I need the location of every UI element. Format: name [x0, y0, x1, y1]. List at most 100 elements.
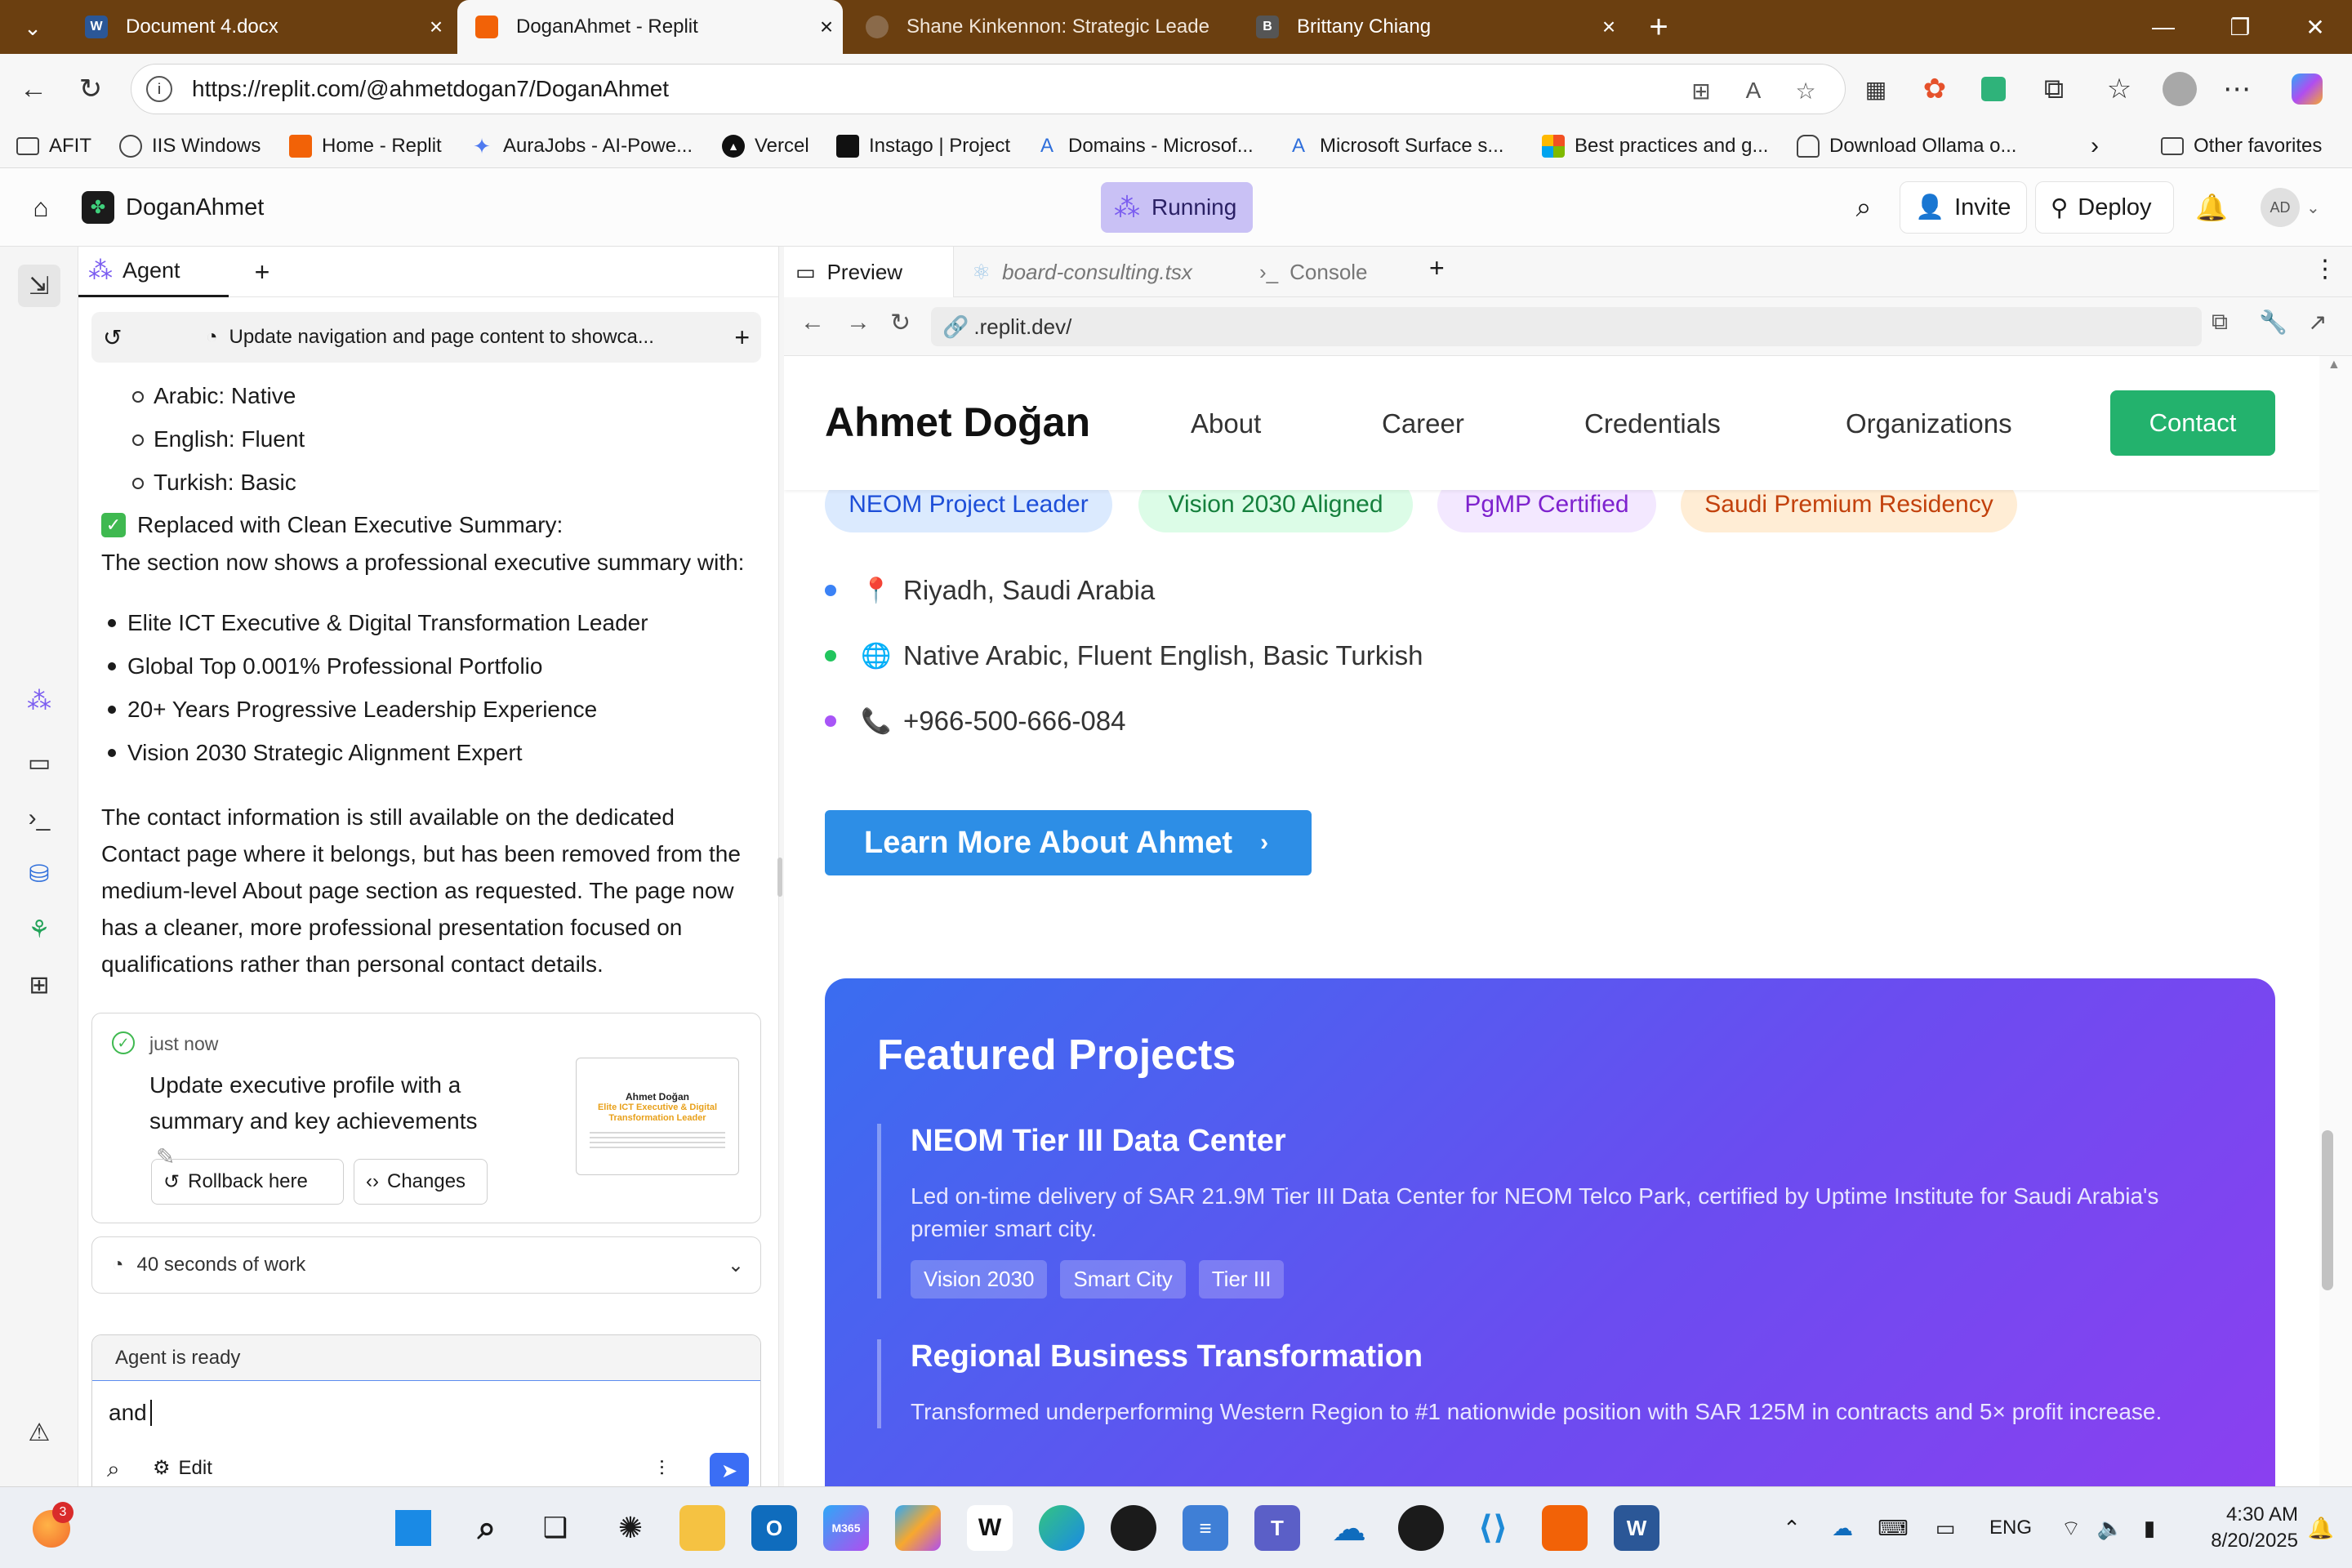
- close-tab-icon[interactable]: ×: [810, 14, 843, 40]
- rollback-button[interactable]: ↺ Rollback here: [151, 1159, 344, 1205]
- bookmark-afit[interactable]: AFIT: [16, 124, 91, 168]
- bookmark-replit[interactable]: Home - Replit: [289, 124, 442, 168]
- extension-code-icon[interactable]: [1973, 69, 2014, 109]
- contact-button[interactable]: Contact: [2110, 390, 2275, 456]
- keyboard-icon[interactable]: ⌨: [1877, 1508, 1909, 1548]
- onedrive-icon[interactable]: ☁: [1326, 1505, 1372, 1551]
- browser-tab-replit[interactable]: DoganAhmet - Replit ×: [457, 0, 843, 54]
- refresh-icon[interactable]: ↻: [890, 309, 911, 337]
- history-icon[interactable]: ↺: [103, 324, 136, 351]
- panel-resize-handle[interactable]: [777, 858, 782, 897]
- close-tab-icon[interactable]: ×: [1592, 14, 1625, 40]
- more-options-icon[interactable]: ⋮: [2313, 255, 2337, 283]
- address-bar[interactable]: i https://replit.com/@ahmetdogan7/DoganA…: [131, 64, 1846, 114]
- battery-icon[interactable]: ▮: [2133, 1508, 2166, 1548]
- preview-icon[interactable]: ▭: [18, 742, 60, 784]
- checkpoint-screenshot-thumbnail[interactable]: Ahmet Doğan Elite ICT Executive & Digita…: [576, 1058, 739, 1175]
- changes-button[interactable]: ‹› Changes: [354, 1159, 488, 1205]
- more-menu-icon[interactable]: ⋯: [2216, 69, 2257, 109]
- clock[interactable]: 4:30 AM 8/20/2025: [2184, 1502, 2298, 1554]
- deployments-icon[interactable]: ⚘: [18, 908, 60, 951]
- scroll-up-arrow-icon[interactable]: ▲: [2328, 358, 2341, 372]
- all-tools-grid-icon[interactable]: ⊞: [18, 964, 60, 1006]
- tab-agent[interactable]: ⁂ Agent: [78, 247, 229, 297]
- deploy-button[interactable]: ⚲ Deploy: [2035, 181, 2174, 234]
- console-icon[interactable]: ›_: [18, 797, 60, 840]
- browser-tab-word[interactable]: W Document 4.docx ×: [67, 0, 452, 54]
- word-app-icon[interactable]: W: [1614, 1505, 1659, 1551]
- outlook-icon[interactable]: O: [751, 1505, 797, 1551]
- learn-more-button[interactable]: Learn More About Ahmet ›: [825, 810, 1312, 875]
- settings-sliders-icon[interactable]: ⫶: [659, 1456, 665, 1482]
- m365-copilot-icon[interactable]: M365: [823, 1505, 869, 1551]
- device-toggle-icon[interactable]: ⧉: [2212, 309, 2228, 336]
- run-status-button[interactable]: ⁂ Running: [1101, 182, 1253, 233]
- restore-icon[interactable]: ❐: [2203, 0, 2277, 54]
- copilot-icon[interactable]: [2287, 69, 2328, 109]
- explorer-toggle-icon[interactable]: ⇲: [18, 265, 60, 307]
- back-arrow-icon[interactable]: ←: [13, 69, 54, 109]
- display-icon[interactable]: ▭: [1929, 1508, 1962, 1548]
- notepad-icon[interactable]: ≡: [1183, 1505, 1228, 1551]
- bookmark-vercel[interactable]: ▲ Vercel: [722, 124, 809, 168]
- extension-flower-icon[interactable]: ✿: [1914, 69, 1955, 109]
- database-icon[interactable]: ⛁: [18, 853, 60, 895]
- favorite-star-icon[interactable]: ☆: [1789, 74, 1822, 107]
- task-view-icon[interactable]: ❑: [532, 1505, 578, 1551]
- url-text[interactable]: https://replit.com/@ahmetdogan7/DoganAhm…: [192, 76, 669, 102]
- alerts-icon[interactable]: ⚠: [18, 1411, 60, 1454]
- bookmarks-overflow-chevron-icon[interactable]: ›: [2091, 124, 2099, 168]
- notion-like-icon[interactable]: W: [967, 1505, 1013, 1551]
- devtools-wrench-icon[interactable]: 🔧: [2259, 309, 2287, 336]
- favorites-icon[interactable]: ☆: [2099, 69, 2140, 109]
- github-icon[interactable]: [1398, 1505, 1444, 1551]
- tab-actions-chevron-icon[interactable]: ⌄: [16, 11, 49, 44]
- browser-tab-shane[interactable]: Shane Kinkennon: Strategic Leade: [848, 0, 1232, 54]
- tray-overflow-chevron-icon[interactable]: ⌃: [1777, 1508, 1806, 1548]
- bookmark-domains[interactable]: A Domains - Microsof...: [1036, 124, 1254, 168]
- bookmark-other-favorites[interactable]: Other favorites: [2161, 124, 2322, 168]
- app-available-icon[interactable]: ⊞: [1685, 74, 1717, 107]
- language-indicator[interactable]: ENG: [1983, 1508, 2038, 1548]
- file-explorer-icon[interactable]: [679, 1505, 725, 1551]
- attach-paperclip-icon[interactable]: ⌕: [107, 1456, 120, 1483]
- browser-tab-brittany[interactable]: B Brittany Chiang ×: [1238, 0, 1625, 54]
- preview-scrollbar-track[interactable]: ▲: [2319, 356, 2352, 1486]
- project-title[interactable]: ✤ DoganAhmet: [82, 188, 264, 227]
- replit-app-icon[interactable]: [1542, 1505, 1588, 1551]
- github-desktop-icon[interactable]: [1111, 1505, 1156, 1551]
- bookmark-instago[interactable]: Instago | Project: [836, 124, 1010, 168]
- tab-console[interactable]: ›_ Console: [1248, 247, 1379, 297]
- back-arrow-icon[interactable]: ←: [800, 309, 825, 336]
- minimize-icon[interactable]: —: [2127, 0, 2200, 54]
- copilot-icon[interactable]: [895, 1505, 941, 1551]
- tab-board-consulting-file[interactable]: ⚛ board-consulting.tsx: [960, 247, 1205, 297]
- nav-link-organizations[interactable]: Organizations: [1846, 408, 2012, 439]
- new-tab-button[interactable]: +: [1638, 7, 1679, 47]
- add-tab-button[interactable]: +: [1429, 253, 1445, 283]
- read-aloud-icon[interactable]: A: [1737, 74, 1770, 107]
- search-icon[interactable]: ⌕: [464, 1505, 510, 1551]
- wifi-icon[interactable]: ⌔: [2055, 1508, 2087, 1548]
- start-windows-icon[interactable]: [390, 1505, 436, 1551]
- nav-link-career[interactable]: Career: [1382, 408, 1464, 439]
- notifications-bell-icon[interactable]: 🔔: [2305, 1508, 2337, 1548]
- user-menu[interactable]: AD ⌄: [2261, 188, 2320, 227]
- onedrive-tray-icon[interactable]: ☁: [1826, 1508, 1859, 1548]
- bookmark-iis[interactable]: IIS Windows: [119, 124, 261, 168]
- add-tab-button[interactable]: +: [242, 252, 283, 292]
- nav-link-credentials[interactable]: Credentials: [1584, 408, 1721, 439]
- new-chat-plus-icon[interactable]: +: [734, 323, 750, 353]
- extension-photo-icon[interactable]: ▦: [1855, 69, 1896, 109]
- search-icon[interactable]: ⌕: [1844, 188, 1883, 227]
- home-icon[interactable]: ⌂: [23, 189, 59, 225]
- edge-browser-icon[interactable]: [1039, 1505, 1085, 1551]
- close-window-icon[interactable]: ✕: [2278, 0, 2352, 54]
- agent-history-bar[interactable]: ↺ ◔ Update navigation and page content t…: [91, 312, 761, 363]
- tab-preview[interactable]: ▭ Preview: [784, 247, 954, 297]
- site-brand[interactable]: Ahmet Doğan: [825, 399, 1090, 446]
- vscode-icon[interactable]: ⟨⟩: [1470, 1505, 1516, 1551]
- site-info-icon[interactable]: i: [146, 76, 172, 102]
- chatgpt-icon[interactable]: ✺: [608, 1505, 653, 1551]
- close-tab-icon[interactable]: ×: [420, 14, 452, 40]
